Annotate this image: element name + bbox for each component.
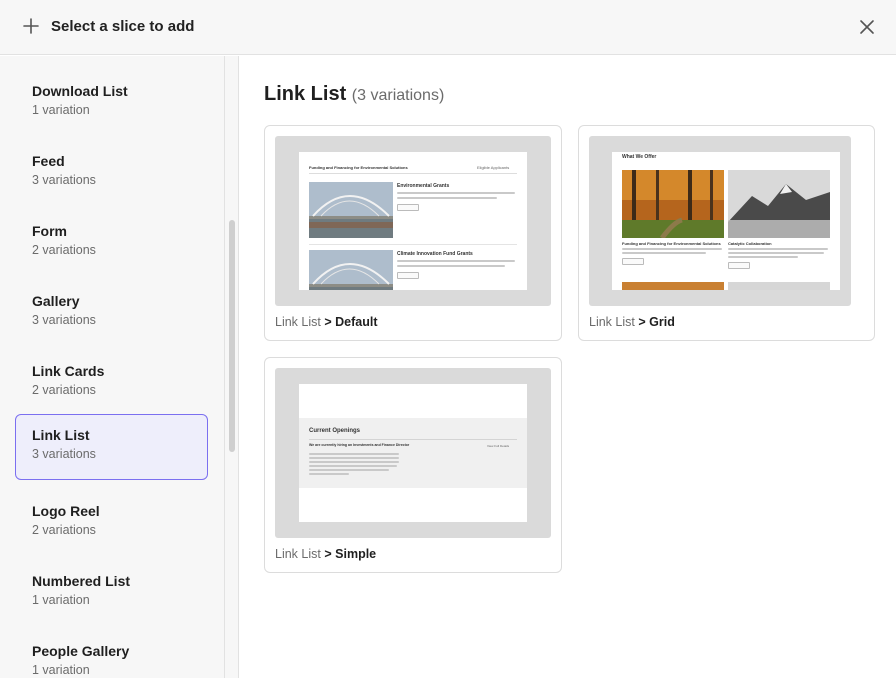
caption-separator: >	[324, 315, 332, 329]
preview-text-line	[309, 457, 399, 459]
preview-text-line	[728, 256, 798, 258]
slice-variation-count: 1 variation	[32, 593, 90, 607]
preview-item-title: Funding and Financing for Environmental …	[622, 241, 721, 246]
preview-subheading: We are currently hiring an Investments a…	[309, 443, 410, 447]
variation-preview: Current Openings We are currently hiring…	[275, 368, 551, 538]
slice-name: Link Cards	[32, 363, 105, 379]
caption-variation: Simple	[335, 547, 377, 561]
slice-variation-count: 1 variation	[32, 103, 90, 117]
caption-slice: Link List	[275, 547, 321, 561]
preview-text-line	[397, 197, 497, 199]
preview-divider	[309, 244, 517, 245]
sidebar-item-form[interactable]: Form 2 variations	[15, 210, 208, 276]
caption-variation: Default	[335, 315, 378, 329]
plus-icon	[23, 18, 39, 34]
preview-item-title: Climate Innovation Fund Grants	[397, 251, 473, 257]
sidebar-item-gallery[interactable]: Gallery 3 variations	[15, 280, 208, 346]
preview-text-line	[309, 469, 389, 471]
preview-text-line	[309, 461, 399, 463]
sidebar-item-link-cards[interactable]: Link Cards 2 variations	[15, 350, 208, 416]
page-title: Link List (3 variations)	[264, 83, 444, 106]
preview-apply-button	[622, 258, 644, 265]
slice-variation-count: 2 variations	[32, 383, 96, 397]
preview-text-line	[397, 192, 515, 194]
preview-item-title: Catalytic Collaboration	[728, 241, 772, 246]
preview-text-line	[728, 252, 824, 254]
slice-name: Logo Reel	[32, 503, 100, 519]
sidebar-item-feed[interactable]: Feed 3 variations	[15, 140, 208, 206]
slice-name: Numbered List	[32, 573, 131, 589]
slice-variation-count: 2 variations	[32, 243, 96, 257]
slice-variation-count: 3 variations	[32, 447, 96, 461]
preview-image-bridge	[309, 250, 393, 290]
preview-text-line	[728, 248, 828, 250]
preview-text-line	[622, 252, 706, 254]
sidebar-item-people-gallery[interactable]: People Gallery 1 variation	[15, 630, 208, 678]
preview-divider	[309, 439, 517, 440]
preview-page: What We Offer Funding and Financing for …	[612, 152, 840, 290]
preview-heading: What We Offer	[622, 154, 657, 160]
preview-text-line	[397, 265, 505, 267]
slice-title: Link List	[264, 83, 347, 105]
variation-caption: Link List > Default	[275, 315, 378, 329]
preview-text-line	[309, 453, 399, 455]
slice-name: Form	[32, 223, 67, 239]
caption-slice: Link List	[275, 315, 321, 329]
modal-header: Select a slice to add	[0, 0, 896, 55]
caption-variation: Grid	[649, 315, 675, 329]
preview-text-line	[622, 248, 722, 250]
sidebar-item-logo-reel[interactable]: Logo Reel 2 variations	[15, 490, 208, 556]
caption-separator: >	[324, 547, 332, 561]
preview-page: Current Openings We are currently hiring…	[299, 384, 527, 522]
preview-image-bridge	[309, 182, 393, 238]
slice-variation-count: 1 variation	[32, 663, 90, 677]
preview-text-line	[397, 260, 515, 262]
variations-panel: Link List (3 variations) Funding and Fin…	[240, 56, 896, 678]
sidebar-item-numbered-list[interactable]: Numbered List 1 variation	[15, 560, 208, 626]
slice-name: Download List	[32, 83, 128, 99]
variation-preview: What We Offer Funding and Financing for …	[589, 136, 851, 306]
preview-dropdown: Eligible Applicants	[477, 165, 510, 170]
preview-apply-button	[397, 272, 419, 279]
preview-image-mountain	[728, 170, 830, 238]
caption-slice: Link List	[589, 315, 635, 329]
preview-page: Funding and Financing for Environmental …	[299, 152, 527, 290]
close-icon[interactable]	[856, 16, 878, 38]
variation-caption: Link List > Grid	[589, 315, 675, 329]
slice-name: Feed	[32, 153, 65, 169]
preview-apply-button	[397, 204, 419, 211]
slice-variation-count: 3 variations	[32, 313, 96, 327]
slice-variation-count: 3 variations	[32, 173, 96, 187]
sidebar-item-link-list[interactable]: Link List 3 variations	[15, 414, 208, 480]
variation-count: (3 variations)	[351, 87, 445, 104]
preview-text-line	[309, 465, 397, 467]
preview-image-forest	[622, 170, 724, 238]
preview-heading: Funding and Financing for Environmental …	[309, 165, 408, 170]
preview-image-forest	[622, 282, 724, 290]
slice-variation-count: 2 variations	[32, 523, 96, 537]
preview-apply-button	[728, 262, 750, 269]
variation-card-default[interactable]: Funding and Financing for Environmental …	[264, 125, 562, 341]
variation-card-simple[interactable]: Current Openings We are currently hiring…	[264, 357, 562, 573]
preview-heading: Current Openings	[309, 428, 361, 434]
preview-dropdown: View Full Details	[487, 444, 510, 448]
preview-item-title: Environmental Grants	[397, 183, 450, 189]
preview-divider	[309, 173, 517, 174]
slice-list-sidebar: Download List 1 variation Feed 3 variati…	[0, 56, 224, 678]
slice-name: Link List	[32, 427, 90, 443]
variation-caption: Link List > Simple	[275, 547, 376, 561]
variation-preview: Funding and Financing for Environmental …	[275, 136, 551, 306]
slice-name: People Gallery	[32, 643, 130, 659]
sidebar-scrollbar-thumb[interactable]	[229, 220, 235, 452]
preview-text-line	[309, 473, 349, 475]
slice-name: Gallery	[32, 293, 80, 309]
preview-image-mountain	[728, 282, 830, 290]
sidebar-item-download-list[interactable]: Download List 1 variation	[15, 70, 208, 136]
modal-title: Select a slice to add	[51, 18, 195, 35]
variation-card-grid[interactable]: What We Offer Funding and Financing for …	[578, 125, 875, 341]
caption-separator: >	[638, 315, 646, 329]
